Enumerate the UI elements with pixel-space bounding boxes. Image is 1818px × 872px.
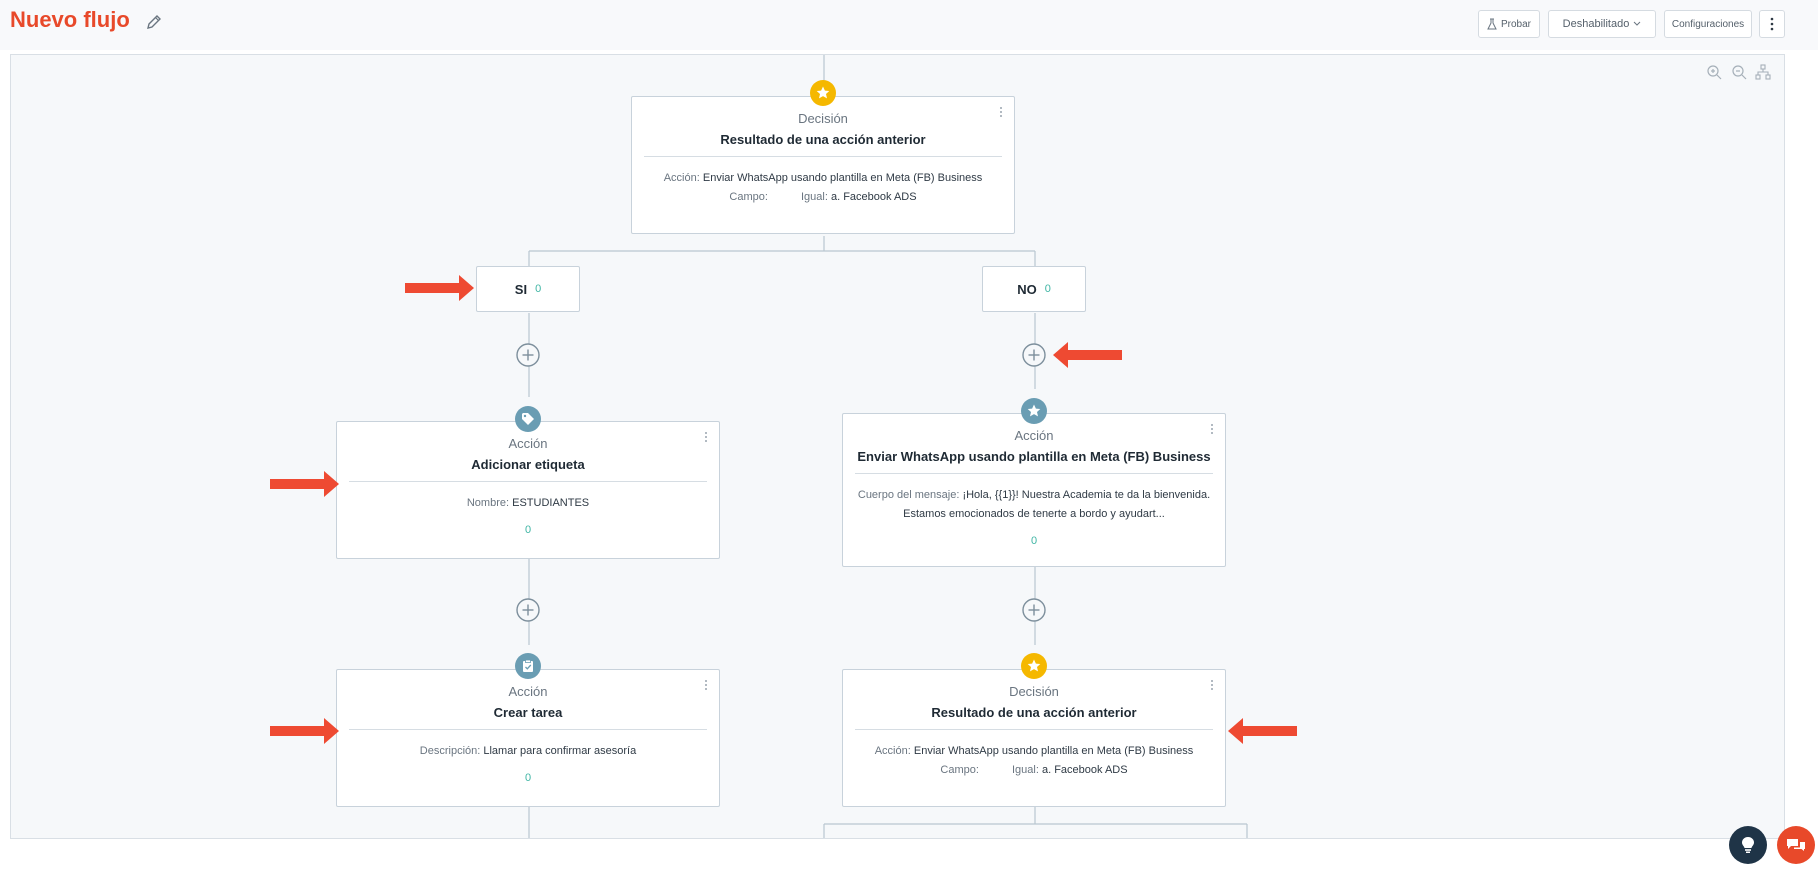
chat-icon <box>1787 839 1805 851</box>
pencil-icon[interactable] <box>144 12 164 32</box>
configuraciones-label: Configuraciones <box>1671 18 1745 30</box>
node-kind: Acción <box>1014 428 1054 443</box>
node-detail: Nombre: ESTUDIANTES <box>466 497 590 509</box>
accion-tarea-node[interactable]: Acción Crear tarea Descripción: Llamar p… <box>336 669 720 807</box>
help-button[interactable] <box>1729 826 1767 864</box>
tag-icon <box>515 406 541 432</box>
kebab-menu-icon <box>1770 17 1774 31</box>
lightbulb-icon <box>1742 837 1754 853</box>
node-menu-button[interactable] <box>703 430 709 446</box>
branch-si-count: 0 <box>535 283 542 295</box>
node-divider <box>855 473 1213 474</box>
configuraciones-button[interactable]: Configuraciones <box>1664 10 1752 38</box>
annotation-arrow-right <box>270 718 339 744</box>
node-count: 0 <box>1030 535 1038 547</box>
node-detail: Descripción: Llamar para confirmar aseso… <box>419 745 637 757</box>
star-icon <box>810 80 836 106</box>
decision-node-top[interactable]: Decisión Resultado de una acción anterio… <box>631 96 1015 234</box>
probar-button[interactable]: Probar <box>1478 10 1540 38</box>
node-count: 0 <box>524 524 532 536</box>
top-bar: Nuevo flujo Probar Deshabilitado Configu… <box>0 0 1818 50</box>
chat-button[interactable] <box>1777 826 1815 864</box>
probar-label: Probar <box>1500 18 1531 30</box>
star-icon <box>1021 653 1047 679</box>
branch-si-label: SI <box>514 281 528 297</box>
branch-no[interactable]: NO 0 <box>982 266 1086 312</box>
plus-circle-icon[interactable] <box>1022 343 1046 367</box>
node-divider <box>855 729 1213 730</box>
node-kind: Acción <box>508 684 548 699</box>
accion-etiqueta-node[interactable]: Acción Adicionar etiqueta Nombre: ESTUDI… <box>336 421 720 559</box>
node-name: Resultado de una acción anterior <box>720 132 926 147</box>
node-kind: Decisión <box>1009 684 1059 699</box>
node-detail-line2: Estamos emocionados de tenerte a bordo y… <box>903 508 1165 520</box>
node-name: Crear tarea <box>493 705 563 720</box>
node-name: Adicionar etiqueta <box>471 457 585 472</box>
zoom-in-icon[interactable] <box>1706 64 1722 80</box>
branch-no-count: 0 <box>1044 283 1051 295</box>
node-detail: Cuerpo del mensaje: ¡Hola, {{1}}! Nuestr… <box>857 489 1211 501</box>
status-label: Deshabilitado <box>1562 18 1630 30</box>
zoom-out-icon[interactable] <box>1731 64 1747 80</box>
node-menu-button[interactable] <box>1209 422 1215 438</box>
node-divider <box>349 729 707 730</box>
branch-no-label: NO <box>1017 281 1037 297</box>
node-name: Resultado de una acción anterior <box>931 705 1137 720</box>
clipboard-check-icon <box>515 653 541 679</box>
page-title: Nuevo flujo <box>10 7 130 32</box>
status-dropdown[interactable]: Deshabilitado <box>1548 10 1656 38</box>
node-menu-button[interactable] <box>703 678 709 694</box>
node-count: 0 <box>524 772 532 784</box>
node-name: Enviar WhatsApp usando plantilla en Meta… <box>857 449 1211 464</box>
node-detail-campo: Campo: Igual: a. Facebook ADS <box>729 191 917 203</box>
accion-whatsapp-node[interactable]: Acción Enviar WhatsApp usando plantilla … <box>842 413 1226 567</box>
annotation-arrow-right <box>270 471 339 497</box>
node-divider <box>349 481 707 482</box>
node-kind: Acción <box>508 436 548 451</box>
plus-circle-icon[interactable] <box>516 343 540 367</box>
annotation-arrow-left <box>1228 718 1297 744</box>
node-detail-campo: Campo: Igual: a. Facebook ADS <box>940 764 1128 776</box>
node-menu-button[interactable] <box>998 105 1004 121</box>
node-detail-accion: Acción: Enviar WhatsApp usando plantilla… <box>874 745 1194 757</box>
plus-circle-icon[interactable] <box>1022 598 1046 622</box>
more-menu-button[interactable] <box>1759 10 1785 38</box>
plus-circle-icon[interactable] <box>516 598 540 622</box>
hierarchy-icon[interactable] <box>1755 64 1771 80</box>
decision-node-bottom[interactable]: Decisión Resultado de una acción anterio… <box>842 669 1226 807</box>
annotation-arrow-left <box>1053 342 1122 368</box>
node-divider <box>644 156 1002 157</box>
flask-icon <box>1487 18 1497 30</box>
chevron-down-icon <box>1633 21 1641 26</box>
branch-si[interactable]: SI 0 <box>476 266 580 312</box>
star-icon <box>1021 398 1047 424</box>
node-detail-accion: Acción: Enviar WhatsApp usando plantilla… <box>663 172 983 184</box>
node-kind: Decisión <box>798 111 848 126</box>
annotation-arrow-right <box>405 275 474 301</box>
node-menu-button[interactable] <box>1209 678 1215 694</box>
